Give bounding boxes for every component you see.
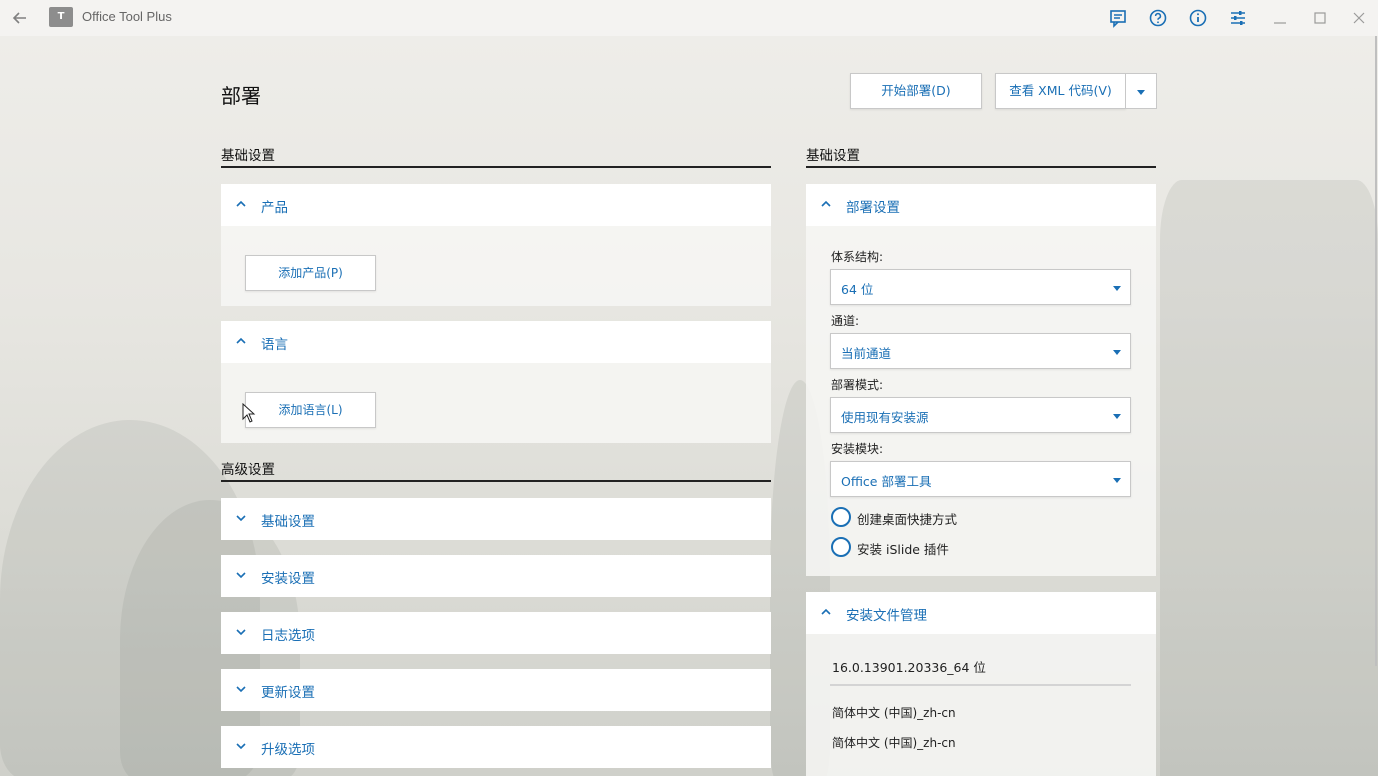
right-basic-settings-heading: 基础设置	[806, 148, 860, 164]
help-icon[interactable]	[1148, 8, 1168, 28]
window-title: Office Tool Plus	[82, 9, 172, 24]
channel-select[interactable]: 当前通道	[830, 333, 1131, 369]
maximize-icon[interactable]	[1310, 8, 1330, 28]
chevron-down-icon	[1113, 350, 1121, 355]
advanced-panel-title: 更新设置	[261, 685, 315, 701]
language-panel-title: 语言	[261, 337, 288, 353]
advanced-panel-basic[interactable]: 基础设置	[221, 498, 771, 540]
chevron-up-icon	[820, 198, 832, 210]
page-title: 部署	[221, 84, 261, 108]
architecture-label: 体系结构:	[831, 250, 884, 264]
islide-plugin-radio[interactable]	[831, 537, 851, 557]
chevron-up-icon	[820, 606, 832, 618]
deploy-mode-value: 使用现有安装源	[841, 410, 929, 425]
view-xml-button[interactable]: 查看 XML 代码(V)	[995, 73, 1126, 109]
install-module-label: 安装模块:	[831, 442, 884, 456]
advanced-settings-heading: 高级设置	[221, 462, 275, 478]
minimize-icon[interactable]	[1270, 8, 1290, 28]
islide-plugin-label: 安装 iSlide 插件	[857, 542, 949, 557]
app-logo: T	[49, 7, 73, 27]
chevron-down-icon	[235, 683, 247, 695]
desktop-shortcut-radio[interactable]	[831, 507, 851, 527]
chevron-down-icon	[235, 740, 247, 752]
info-icon[interactable]	[1188, 8, 1208, 28]
file-version[interactable]: 16.0.13901.20336_64 位	[832, 657, 986, 676]
desktop-shortcut-label: 创建桌面快捷方式	[857, 512, 958, 527]
chevron-down-icon	[1113, 478, 1121, 483]
chevron-down-icon	[235, 512, 247, 524]
vertical-scrollbar[interactable]	[1375, 36, 1377, 666]
chevron-down-icon	[1113, 414, 1121, 419]
advanced-panel-title: 升级选项	[261, 742, 315, 758]
advanced-panel-title: 基础设置	[261, 514, 315, 530]
install-files-body: 16.0.13901.20336_64 位 简体中文 (中国)_zh-cn 简体…	[806, 634, 1156, 776]
language-panel-body: 添加语言(L)	[221, 363, 771, 443]
advanced-panel-title: 日志选项	[261, 628, 315, 644]
view-xml-dropdown-button[interactable]	[1125, 73, 1157, 109]
channel-value: 当前通道	[841, 346, 892, 361]
advanced-panel-upgrade[interactable]: 升级选项	[221, 726, 771, 768]
file-language-item[interactable]: 简体中文 (中国)_zh-cn	[832, 704, 956, 721]
settings-sliders-icon[interactable]	[1228, 8, 1248, 28]
install-files-title: 安装文件管理	[846, 608, 927, 624]
architecture-value: 64 位	[841, 282, 874, 297]
chevron-up-icon	[235, 198, 247, 210]
title-bar: T Office Tool Plus	[0, 0, 1378, 36]
install-module-select[interactable]: Office 部署工具	[830, 461, 1131, 497]
advanced-panel-title: 安装设置	[261, 571, 315, 587]
product-panel-body: 添加产品(P)	[221, 226, 771, 306]
deploy-mode-label: 部署模式:	[831, 378, 884, 392]
file-language-item[interactable]: 简体中文 (中国)_zh-cn	[832, 734, 956, 751]
back-arrow-icon[interactable]	[10, 8, 30, 28]
section-divider	[221, 480, 771, 482]
section-divider	[221, 166, 771, 168]
feedback-icon[interactable]	[1108, 8, 1128, 28]
install-files-panel-header[interactable]: 安装文件管理	[806, 592, 1156, 634]
deploy-settings-panel-header[interactable]: 部署设置	[806, 184, 1156, 226]
channel-label: 通道:	[831, 314, 860, 328]
basic-settings-heading: 基础设置	[221, 148, 275, 164]
advanced-panel-log[interactable]: 日志选项	[221, 612, 771, 654]
deploy-settings-title: 部署设置	[846, 200, 900, 216]
add-language-button[interactable]: 添加语言(L)	[245, 392, 376, 428]
chevron-down-icon	[235, 626, 247, 638]
install-module-value: Office 部署工具	[841, 474, 932, 489]
file-separator	[830, 684, 1131, 686]
chevron-up-icon	[235, 335, 247, 347]
advanced-panel-install[interactable]: 安装设置	[221, 555, 771, 597]
chevron-down-icon	[1113, 286, 1121, 291]
product-panel-header[interactable]: 产品	[221, 184, 771, 226]
architecture-select[interactable]: 64 位	[830, 269, 1131, 305]
advanced-panel-update[interactable]: 更新设置	[221, 669, 771, 711]
add-product-button[interactable]: 添加产品(P)	[245, 255, 376, 291]
section-divider	[806, 166, 1156, 168]
language-panel-header[interactable]: 语言	[221, 321, 771, 363]
chevron-down-icon	[1137, 90, 1145, 95]
close-icon[interactable]	[1349, 8, 1369, 28]
product-panel-title: 产品	[261, 200, 288, 216]
start-deploy-button[interactable]: 开始部署(D)	[850, 73, 982, 109]
mouse-cursor-icon	[242, 402, 256, 427]
deploy-mode-select[interactable]: 使用现有安装源	[830, 397, 1131, 433]
deploy-settings-body: 体系结构: 64 位 通道: 当前通道 部署模式: 使用现有安装源 安装模块: …	[806, 226, 1156, 576]
main-content: 部署 开始部署(D) 查看 XML 代码(V) 基础设置 产品 添加产品(P) …	[0, 36, 1378, 776]
chevron-down-icon	[235, 569, 247, 581]
